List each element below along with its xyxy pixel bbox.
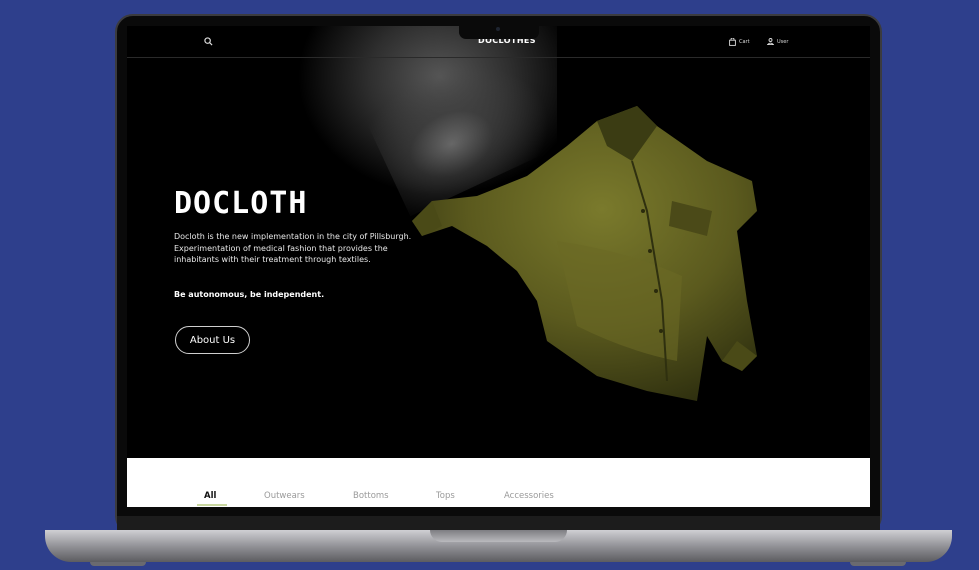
jacket-image [412,106,757,401]
laptop-foot-right [850,562,906,566]
tab-outwears[interactable]: Outwears [264,491,305,501]
hero-title: DOCLOTH [174,186,308,221]
user-button[interactable]: User [767,38,788,45]
laptop-groove [430,530,567,542]
laptop-foot-left [90,562,146,566]
cart-button[interactable]: Cart [729,38,750,46]
category-tabs: All Outwears Bottoms Tops Accessories [127,458,870,507]
website-screen: DOCLOTHES Cart User DOCLOTH Docloth is t… [127,26,870,507]
camera-icon [496,27,500,31]
tab-tops[interactable]: Tops [436,491,455,501]
tab-bottoms[interactable]: Bottoms [353,491,389,501]
user-label: User [777,38,789,45]
active-tab-indicator [197,504,227,506]
camera-notch [459,24,539,39]
user-icon [767,38,774,45]
search-icon[interactable] [204,37,213,46]
hero-tagline: Be autonomous, be independent. [174,290,325,299]
laptop-base [45,530,952,562]
tab-all[interactable]: All [204,491,216,501]
cart-label: Cart [739,39,750,45]
tab-accessories[interactable]: Accessories [504,491,554,501]
hero-description: Docloth is the new implementation in the… [174,232,412,265]
cart-icon [729,38,736,46]
about-us-button[interactable]: About Us [175,326,250,354]
